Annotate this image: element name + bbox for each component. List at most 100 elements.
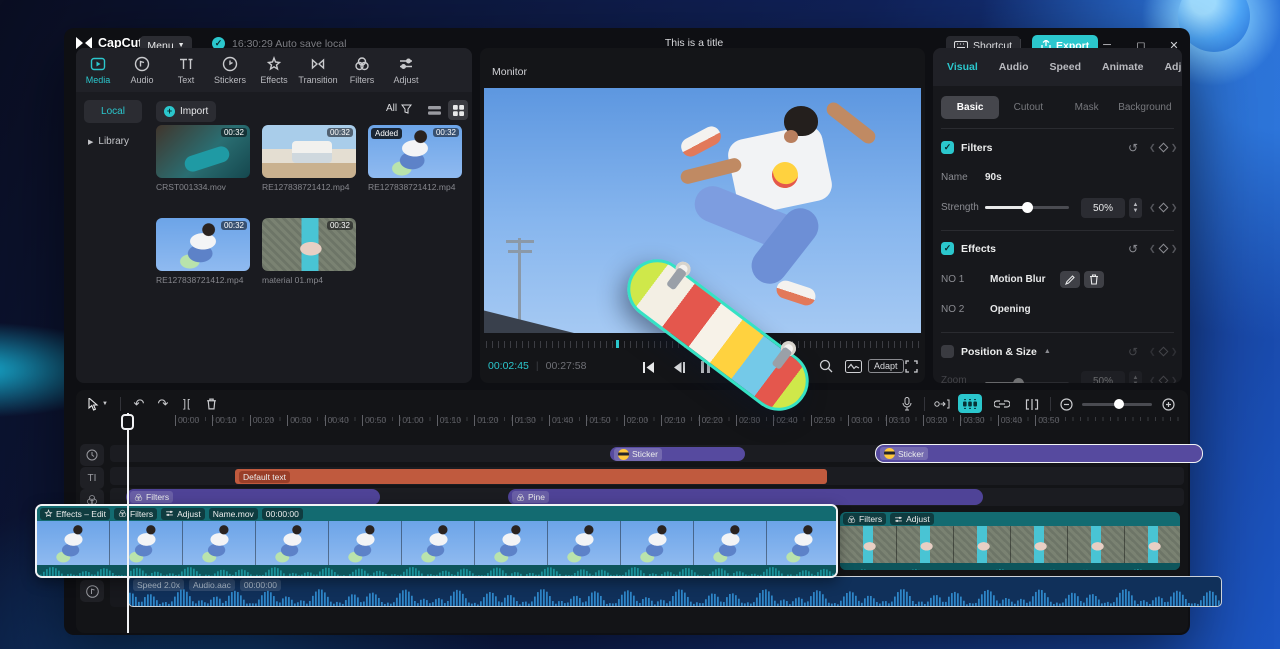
- tab-media[interactable]: Media: [76, 48, 120, 92]
- undo-button[interactable]: ↶: [128, 394, 150, 414]
- skater-shoe: [774, 278, 818, 307]
- effect-2-no: NO 2: [941, 304, 964, 315]
- preview-quality-button[interactable]: [842, 357, 864, 375]
- media-item-3-name: RE127838721412.mp4: [368, 182, 472, 192]
- stickers-icon: [222, 56, 238, 72]
- tab-filters[interactable]: Filters: [340, 48, 384, 92]
- sticker-clip-2-selected[interactable]: Sticker: [875, 444, 1203, 463]
- sticker-track-icon[interactable]: [80, 444, 104, 466]
- zoom-in-button[interactable]: [1158, 394, 1178, 414]
- strength-keyframe-control[interactable]: ❮❯: [1149, 203, 1177, 212]
- link-button[interactable]: [990, 394, 1014, 414]
- skip-to-start-button[interactable]: [638, 358, 660, 376]
- effect-edit-button[interactable]: [1060, 271, 1080, 288]
- tab-speed[interactable]: Speed: [1050, 61, 1082, 73]
- media-item-5[interactable]: 00:32: [262, 218, 356, 271]
- subtab-basic[interactable]: Basic: [941, 96, 999, 119]
- tab-stickers[interactable]: Stickers: [208, 48, 252, 92]
- grid-view-toggle[interactable]: [448, 100, 468, 120]
- effects-reset-icon[interactable]: ↺: [1128, 242, 1138, 256]
- zoom-property-slider[interactable]: [985, 382, 1069, 383]
- timeline-zoom-slider[interactable]: [1082, 403, 1152, 406]
- timeline-ruler[interactable]: 00:0000:1000:2000:3000:4000:5001:0001:10…: [128, 414, 1184, 429]
- library-tab[interactable]: ▶ Library: [84, 131, 146, 152]
- zoom-tool-button[interactable]: [816, 357, 836, 375]
- media-item-1-name: CRST001334.mov: [156, 182, 266, 192]
- strength-value[interactable]: 50%: [1081, 198, 1125, 218]
- effect-1-no: NO 1: [941, 274, 964, 285]
- video-clip-2[interactable]: Filters Adjust: [840, 512, 1180, 570]
- import-button[interactable]: + Import: [156, 101, 216, 122]
- tab-adjust-insp[interactable]: Adjust: [1164, 61, 1182, 73]
- sunglasses-emoji-icon: [618, 449, 629, 460]
- list-view-toggle[interactable]: [424, 101, 444, 119]
- playhead-handle[interactable]: [121, 414, 134, 430]
- position-size-checkbox[interactable]: ✓: [941, 345, 954, 358]
- zoom-property-stepper[interactable]: ▲▼: [1129, 371, 1142, 383]
- tab-transition[interactable]: Transition: [296, 48, 340, 92]
- total-time: 00:27:58: [546, 360, 587, 372]
- record-voiceover-button[interactable]: [896, 394, 918, 414]
- position-keyframe-control[interactable]: ❮❯: [1149, 347, 1177, 356]
- local-tab[interactable]: Local: [84, 100, 142, 123]
- effect-delete-button[interactable]: [1084, 271, 1104, 288]
- subtab-background[interactable]: Background: [1116, 102, 1174, 113]
- tab-adjust[interactable]: Adjust: [384, 48, 428, 92]
- pencil-icon: [1065, 275, 1075, 285]
- collapse-icon[interactable]: ▲: [1044, 348, 1051, 355]
- media-item-1[interactable]: 00:32: [156, 125, 250, 178]
- media-panel: Media Audio Text Stickers Effects Transi…: [76, 48, 472, 383]
- tab-effects[interactable]: Effects: [252, 48, 296, 92]
- adjust-icon: [894, 515, 903, 524]
- skater-arm: [824, 100, 878, 147]
- strength-slider[interactable]: [985, 206, 1069, 209]
- zoom-property-value[interactable]: 50%: [1081, 371, 1125, 383]
- filters-clip[interactable]: Filters: [126, 489, 380, 505]
- media-item-4[interactable]: 00:32: [156, 218, 250, 271]
- filmstrip-pavement: [840, 526, 1180, 563]
- media-item-5-name: material 01.mp4: [262, 275, 372, 285]
- inspector-tabbar: Visual Audio Speed Animate Adjust: [933, 48, 1182, 86]
- playhead-line[interactable]: [127, 413, 129, 633]
- strength-stepper[interactable]: ▲▼: [1129, 198, 1142, 218]
- sticker-clip-1[interactable]: Sticker: [610, 447, 745, 461]
- tab-visual[interactable]: Visual: [947, 61, 978, 73]
- filters-checkbox[interactable]: ✓: [941, 141, 954, 154]
- tab-animate[interactable]: Animate: [1102, 61, 1143, 73]
- media-item-2[interactable]: 00:32: [262, 125, 356, 178]
- media-item-3[interactable]: Added 00:32: [368, 125, 462, 178]
- monitor-label: Monitor: [492, 66, 527, 78]
- delete-button[interactable]: [200, 394, 222, 414]
- split-button[interactable]: ][: [176, 394, 198, 414]
- subtab-cutout[interactable]: Cutout: [999, 102, 1057, 113]
- fullscreen-button[interactable]: [902, 357, 920, 375]
- adapt-dropdown[interactable]: Adapt: [868, 357, 904, 375]
- zoom-keyframe-control[interactable]: ❮❯: [1149, 376, 1177, 383]
- preview-axis-button[interactable]: [958, 394, 982, 413]
- overwrite-button[interactable]: [930, 394, 954, 414]
- effects-keyframe-control[interactable]: ❮❯: [1149, 244, 1177, 253]
- effects-section-label: Effects: [961, 243, 996, 255]
- filter-dropdown[interactable]: All: [386, 103, 412, 114]
- pine-clip[interactable]: Pine: [508, 489, 983, 505]
- redo-button[interactable]: ↷: [152, 394, 174, 414]
- text-clip[interactable]: Default text: [235, 469, 827, 484]
- tab-audio[interactable]: Audio: [120, 48, 164, 92]
- trash-icon: [1089, 274, 1099, 285]
- text-track-icon[interactable]: TI: [80, 467, 104, 489]
- audio-clip[interactable]: Speed 2.0x Audio.aac 00:00:00: [128, 576, 1222, 607]
- lamp-arm: [508, 250, 532, 253]
- filters-keyframe-control[interactable]: ❮❯: [1149, 143, 1177, 152]
- tab-text[interactable]: Text: [164, 48, 208, 92]
- previous-frame-button[interactable]: [668, 358, 690, 376]
- split-clip-button[interactable]: [1020, 394, 1044, 414]
- effects-checkbox[interactable]: ✓: [941, 242, 954, 255]
- select-tool-button[interactable]: ▼: [84, 394, 112, 414]
- subtab-mask[interactable]: Mask: [1058, 102, 1116, 113]
- audio-track-icon[interactable]: [80, 580, 104, 602]
- video-clip-selected[interactable]: Effects – Edit Filters Adjust Name.mov 0…: [35, 504, 838, 578]
- filters-reset-icon[interactable]: ↺: [1128, 141, 1138, 155]
- position-reset-icon[interactable]: ↺: [1128, 345, 1138, 359]
- tab-audio-insp[interactable]: Audio: [999, 61, 1029, 73]
- zoom-out-button[interactable]: [1056, 394, 1076, 414]
